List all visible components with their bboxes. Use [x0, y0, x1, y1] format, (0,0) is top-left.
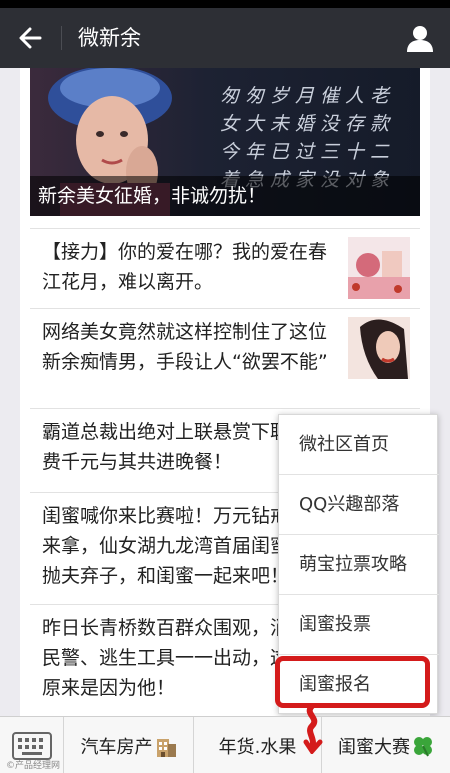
- article-item[interactable]: 【接力】你的爱在哪？我的爱在春江花月，难以离开。: [30, 228, 420, 304]
- hero-banner[interactable]: 匆匆岁月催人老 女大未婚没存款 今年已过三十二 着急成家没对象 新余美女征婚，非…: [30, 68, 420, 216]
- status-bar: [0, 0, 450, 8]
- person-icon: [407, 26, 433, 52]
- building-icon: [156, 738, 176, 757]
- top-nav-bar: 微新余: [0, 8, 450, 68]
- article-title: 【接力】你的爱在哪？我的爱在春江花月，难以离开。: [42, 241, 328, 293]
- back-arrow-icon: [19, 27, 42, 49]
- article-title: 网络美女竟然就这样控制住了这位新余痴情男，手段让人“欲罢不能”: [42, 321, 328, 373]
- menu-tab-label: 闺蜜大赛: [338, 736, 410, 758]
- hero-caption: 新余美女征婚，非诚勿扰！: [30, 176, 420, 216]
- article-thumbnail: [348, 237, 410, 299]
- article-thumbnail: [348, 317, 410, 379]
- page-title: 微新余: [78, 26, 141, 50]
- menu-item-vote-guide[interactable]: 萌宝拉票攻略: [279, 535, 439, 595]
- header-divider: [61, 26, 62, 50]
- menu-item-qq-tribe[interactable]: QQ兴趣部落: [279, 475, 439, 535]
- menu-tab-bestie-contest[interactable]: 闺蜜大赛: [322, 717, 450, 773]
- clover-icon: [414, 736, 432, 756]
- annotation-arrow: [303, 704, 323, 754]
- menu-tab-label: 汽车房产: [80, 736, 153, 758]
- menu-tab-auto-property[interactable]: 汽车房产: [64, 717, 194, 773]
- bottom-menu-bar: 汽车房产 年货.水果 闺蜜大赛: [0, 716, 450, 773]
- keyboard-icon: [11, 731, 52, 760]
- menu-item-bestie-vote[interactable]: 闺蜜投票: [279, 595, 439, 655]
- menu-item-community-home[interactable]: 微社区首页: [279, 415, 439, 475]
- profile-button[interactable]: [404, 22, 436, 54]
- menu-tab-label: 年货.水果: [218, 736, 297, 758]
- watermark: ©产品经理网: [6, 761, 61, 771]
- article-item[interactable]: 网络美女竟然就这样控制住了这位新余痴情男，手段让人“欲罢不能”: [30, 308, 420, 404]
- back-button[interactable]: [10, 20, 50, 56]
- highlight-annotation: [275, 656, 430, 708]
